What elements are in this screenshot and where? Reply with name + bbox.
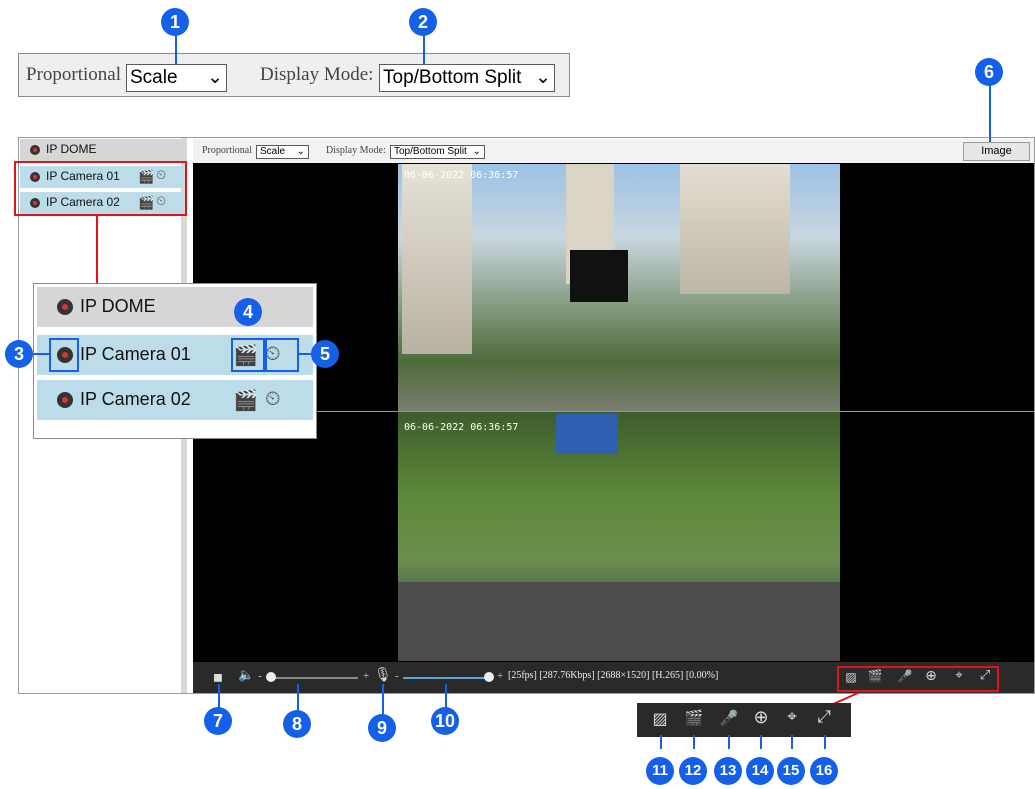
mic-slider[interactable]: [403, 677, 491, 679]
callout-line: [297, 684, 299, 710]
callout-7: 7: [204, 707, 232, 735]
volume-handle[interactable]: [266, 672, 276, 682]
record-icon[interactable]: 🎬: [233, 388, 258, 413]
camera-icon: [57, 392, 73, 408]
callout-3: 3: [5, 340, 33, 368]
highlight-toolbar-icons: [837, 666, 999, 692]
callout-5: 5: [311, 340, 339, 368]
zoomed-tree-row-camera-02[interactable]: IP Camera 02 🎬 ⏲: [37, 380, 313, 420]
privacy-mask: [570, 250, 628, 302]
highlight-record-icon: [231, 338, 265, 372]
snapshot-icon[interactable]: ▨: [650, 709, 670, 728]
fullscreen-icon[interactable]: ⤢: [814, 707, 834, 727]
callout-14: 14: [746, 757, 774, 785]
zoomed-camera-02-label: IP Camera 02: [80, 389, 191, 409]
callout-9: 9: [368, 714, 396, 742]
window-icon[interactable]: ◼: [211, 670, 225, 684]
red-connector: [96, 216, 98, 284]
mic-plus: +: [497, 670, 504, 682]
scale-select[interactable]: Scale ⌄: [256, 145, 309, 159]
digital-zoom-icon[interactable]: ⊕: [751, 707, 771, 728]
zoomed-proportional-label: Proportional: [26, 64, 121, 85]
bottom-video-feed[interactable]: 06-06-2022 06:36:57: [398, 412, 840, 661]
mic-minus: -: [395, 670, 399, 682]
tree-root-row[interactable]: IP DOME: [20, 139, 186, 161]
microphone-icon[interactable]: 🎙: [374, 667, 392, 683]
talk-icon[interactable]: 🎤: [719, 709, 739, 727]
callout-10: 10: [431, 707, 459, 735]
local-record-icon[interactable]: 🎬: [683, 709, 705, 727]
display-mode-label: Display Mode:: [326, 145, 386, 156]
callout-line: [824, 735, 826, 749]
callout-line: [728, 735, 730, 749]
callout-8: 8: [283, 710, 311, 738]
chevron-down-icon: ⌄: [472, 146, 481, 157]
callout-13: 13: [714, 757, 742, 785]
chevron-down-icon: ⌄: [207, 67, 223, 88]
display-mode-select[interactable]: Top/Bottom Split ⌄: [390, 145, 485, 159]
mic-handle[interactable]: [484, 672, 494, 682]
local-record-icon[interactable]: 🎬: [866, 669, 884, 683]
view-toolbar: [193, 139, 1034, 164]
camera-icon: [30, 145, 40, 155]
proportional-label: Proportional: [202, 145, 252, 156]
callout-12: 12: [679, 757, 707, 785]
zoomed-camera-01-label: IP Camera 01: [80, 344, 191, 364]
callout-15: 15: [777, 757, 805, 785]
digital-zoom-icon[interactable]: ⊕: [923, 668, 939, 684]
zoomed-scale-select[interactable]: Scale ⌄: [126, 64, 227, 92]
snapshot-icon[interactable]: ▨: [843, 670, 859, 684]
playback-icon[interactable]: ⏲: [265, 386, 281, 410]
callout-16: 16: [810, 757, 838, 785]
volume-minus: -: [258, 670, 262, 682]
callout-line: [791, 735, 793, 749]
stream-status: [25fps] [287.76Kbps] [2688×1520] [H.265]…: [508, 670, 719, 681]
volume-plus: +: [363, 670, 370, 682]
top-feed-timestamp: 06-06-2022 06:36:57: [404, 170, 519, 181]
callout-4: 4: [234, 298, 262, 326]
highlight-camera-rows: [14, 161, 187, 216]
zoomed-display-mode-select[interactable]: Top/Bottom Split ⌄: [379, 64, 555, 92]
highlight-camera-status-icon: [49, 338, 79, 372]
road: [398, 582, 840, 661]
volume-slider[interactable]: [268, 677, 358, 679]
chevron-down-icon: ⌄: [535, 67, 551, 88]
callout-line: [693, 735, 695, 749]
zoomed-tree-root-label: IP DOME: [80, 296, 156, 316]
callout-11: 11: [646, 757, 674, 785]
callout-line: [760, 735, 762, 749]
callout-line: [33, 353, 49, 355]
talk-icon[interactable]: 🎤: [897, 669, 913, 683]
bottom-feed-timestamp: 06-06-2022 06:36:57: [404, 422, 519, 433]
zoomed-tree-root-row[interactable]: IP DOME: [37, 287, 313, 327]
callout-2: 2: [409, 8, 437, 36]
top-video-feed[interactable]: 06-06-2022 06:36:57: [398, 164, 840, 411]
callout-1: 1: [161, 8, 189, 36]
building-right: [680, 164, 790, 294]
camera-icon: [57, 299, 73, 315]
image-button[interactable]: Image: [963, 142, 1030, 161]
tree-root-label: IP DOME: [46, 142, 97, 156]
callout-6: 6: [975, 58, 1003, 86]
building-left: [402, 164, 472, 354]
callout-line: [660, 735, 662, 749]
highlight-playback-icon: [265, 338, 299, 372]
3d-positioning-icon[interactable]: ⌖: [951, 668, 967, 683]
3d-positioning-icon[interactable]: ⌖: [782, 707, 802, 727]
speaker-mute-icon[interactable]: 🔈: [238, 668, 254, 683]
chevron-down-icon: ⌄: [296, 146, 305, 157]
callout-line: [989, 84, 991, 142]
street-sign: [556, 414, 618, 454]
fullscreen-icon[interactable]: ⤢: [977, 668, 993, 683]
callout-line: [382, 684, 384, 714]
callout-line: [299, 353, 311, 355]
zoomed-display-mode-label: Display Mode:: [260, 64, 374, 85]
